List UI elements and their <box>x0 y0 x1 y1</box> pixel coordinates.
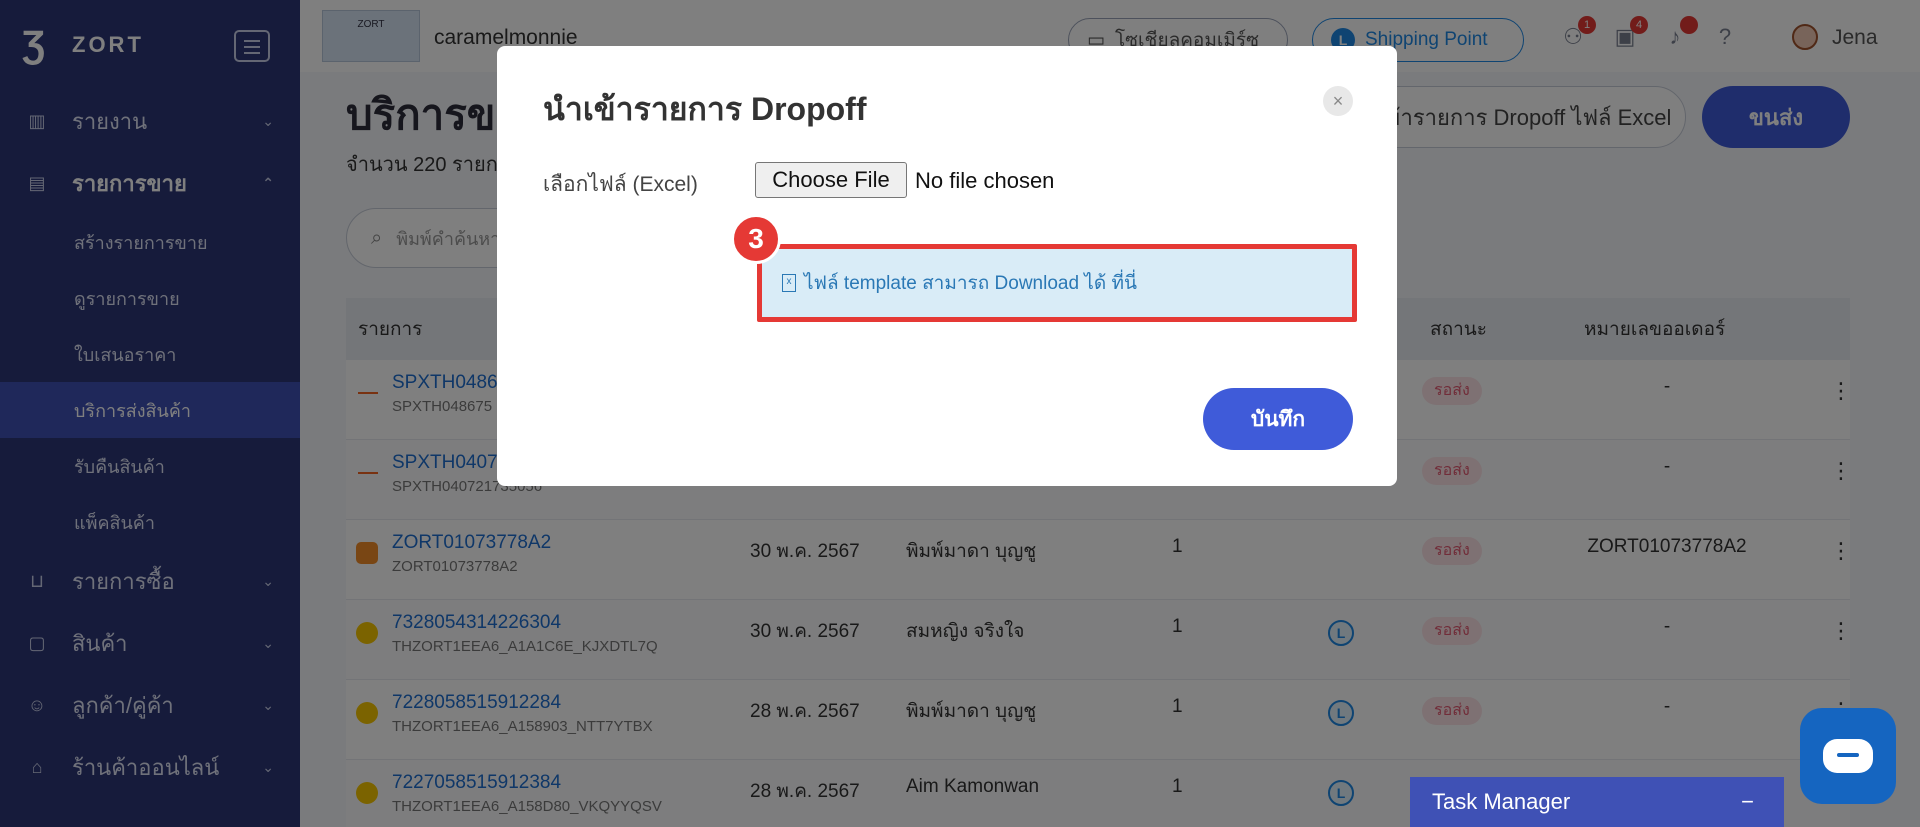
template-download-link[interactable]: x ไฟล์ template สามารถ Download ได้ ที่น… <box>757 244 1357 322</box>
step-marker: 3 <box>731 214 781 264</box>
file-status: No file chosen <box>915 168 1055 193</box>
chat-bubble-icon <box>1823 739 1873 773</box>
chat-support-button[interactable] <box>1800 708 1896 804</box>
template-link-text: ไฟล์ template สามารถ Download ได้ ที่นี่ <box>804 273 1137 294</box>
task-manager-label: Task Manager <box>1432 789 1571 814</box>
modal-title: นำเข้ารายการ Dropoff <box>543 91 867 127</box>
minimize-icon[interactable]: − <box>1741 789 1754 815</box>
import-dropoff-modal: นำเข้ารายการ Dropoff × เลือกไฟล์ (Excel)… <box>497 46 1397 486</box>
choose-file-button[interactable]: Choose File <box>755 162 907 198</box>
save-button[interactable]: บันทึก <box>1203 388 1353 450</box>
close-icon[interactable]: × <box>1323 86 1353 116</box>
task-manager-bar[interactable]: Task Manager − <box>1410 777 1784 827</box>
excel-file-icon: x <box>782 274 796 292</box>
file-field-label: เลือกไฟล์ (Excel) <box>543 173 698 196</box>
